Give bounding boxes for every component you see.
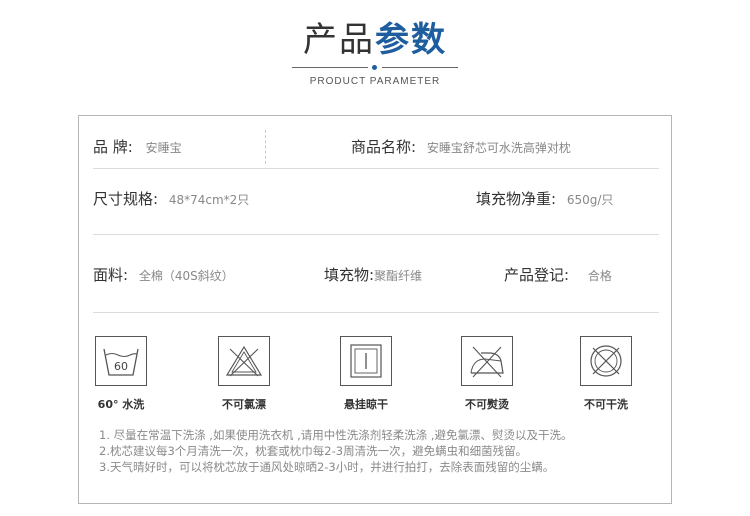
size-value: 48*74cm*2只: [168, 193, 250, 207]
wash-temp-text: 60: [114, 360, 128, 373]
care-label: 60° 水洗: [97, 398, 145, 411]
filling-value: 聚酯纤维: [374, 269, 423, 283]
filling-label: 填充物:: [324, 266, 375, 284]
note-line: 1. 尽量在常温下洗涤 ,如果使用洗衣机 ,请用中性洗涤剂轻柔洗涤 ,避免氯漂、…: [99, 428, 573, 442]
brand-label: 品 牌:: [93, 138, 133, 156]
row-divider: [93, 168, 659, 169]
row-divider: [93, 312, 659, 313]
brand-row: 品 牌: 安睡宝: [93, 138, 182, 157]
row1-divider: [265, 130, 266, 164]
weight-value: 650g/只: [566, 193, 614, 207]
filling-row: 填充物:聚酯纤维: [324, 266, 422, 285]
product-name-label: 商品名称:: [351, 138, 417, 156]
no-dry-clean-icon: [580, 336, 632, 386]
brand-value: 安睡宝: [145, 141, 182, 155]
care-label: 悬挂晾干: [344, 398, 388, 411]
care-item-no-iron: 不可熨烫: [456, 336, 518, 412]
size-label: 尺寸规格:: [93, 190, 159, 208]
row-divider: [93, 234, 659, 235]
note-line: 2.枕芯建议每3个月清洗一次，枕套或枕巾每2-3周清洗一次，避免螨虫和细菌残留。: [99, 444, 528, 458]
care-item-no-bleach: 不可氯漂: [213, 336, 275, 412]
section-subtitle: PRODUCT PARAMETER: [309, 76, 441, 87]
title-bold: 参数: [375, 20, 447, 60]
fabric-value: 全棉（40S斜纹）: [138, 269, 234, 283]
note-line: 3.天气晴好时，可以将枕芯放于通风处晾晒2-3小时，并进行拍打，去除表面残留的尘…: [99, 460, 555, 474]
product-name-row: 商品名称: 安睡宝舒芯可水洗高弹对枕: [351, 138, 571, 157]
no-bleach-icon: [218, 336, 270, 386]
title-divider: [292, 64, 458, 72]
care-notes: 1. 尽量在常温下洗涤 ,如果使用洗衣机 ,请用中性洗涤剂轻柔洗涤 ,避免氯漂、…: [99, 427, 659, 475]
registration-row: 产品登记: 合格: [504, 266, 612, 285]
registration-value: 合格: [587, 269, 612, 283]
care-item-wash: 60 60° 水洗: [90, 336, 152, 412]
wash-60-icon: 60: [95, 336, 147, 386]
section-title: 产品参数: [0, 18, 750, 62]
registration-label: 产品登记:: [504, 266, 570, 284]
section-header: 产品参数 PRODUCT PARAMETER: [0, 18, 750, 87]
parameter-panel: 品 牌: 安睡宝 商品名称: 安睡宝舒芯可水洗高弹对枕 尺寸规格: 48*74c…: [78, 115, 672, 504]
care-item-hang-dry: 悬挂晾干: [335, 336, 397, 412]
weight-label: 填充物净重:: [476, 190, 557, 208]
care-label: 不可氯漂: [222, 398, 266, 411]
product-name-value: 安睡宝舒芯可水洗高弹对枕: [426, 141, 571, 155]
care-label: 不可干洗: [584, 398, 628, 411]
care-label: 不可熨烫: [465, 398, 509, 411]
fabric-label: 面料:: [93, 266, 129, 284]
divider-dot-icon: [372, 65, 377, 70]
fabric-row: 面料: 全棉（40S斜纹）: [93, 266, 234, 285]
care-item-no-dry-clean: 不可干洗: [575, 336, 637, 412]
hang-dry-icon: [340, 336, 392, 386]
no-iron-icon: [461, 336, 513, 386]
size-row: 尺寸规格: 48*74cm*2只: [93, 190, 249, 209]
weight-row: 填充物净重: 650g/只: [476, 190, 613, 209]
title-light: 产品: [303, 20, 375, 60]
